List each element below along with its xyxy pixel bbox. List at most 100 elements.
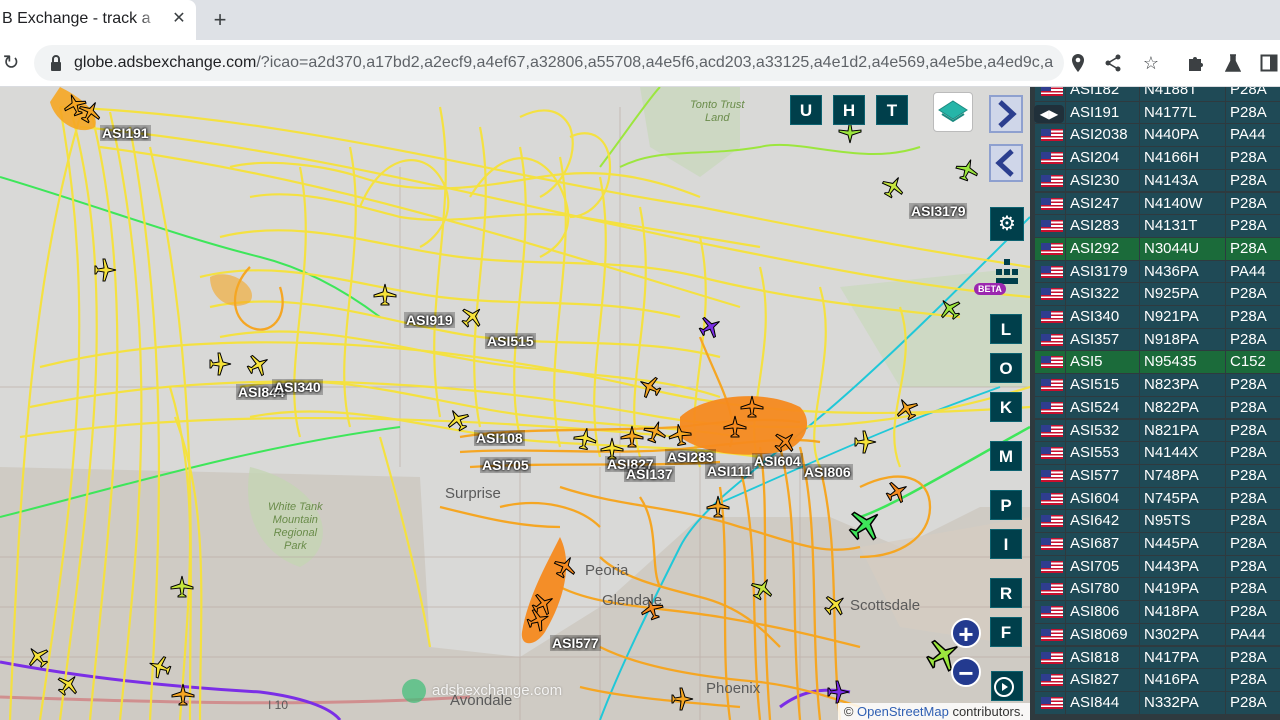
us-flag-icon bbox=[1041, 447, 1063, 460]
osm-link[interactable]: OpenStreetMap bbox=[857, 704, 949, 719]
table-row[interactable]: ASI827 N416PA P28A bbox=[1030, 669, 1280, 692]
aircraft-label[interactable]: ASI111 bbox=[705, 463, 755, 479]
toggle-m-button[interactable]: M bbox=[990, 441, 1022, 471]
toggle-r-button[interactable]: R bbox=[990, 578, 1022, 608]
flag-cell bbox=[1035, 169, 1065, 192]
star-icon[interactable]: ☆ bbox=[1138, 50, 1164, 76]
city-label-peoria: Peoria bbox=[585, 562, 629, 579]
table-row[interactable]: ASI283 N4131T P28A bbox=[1030, 215, 1280, 238]
new-tab-button[interactable]: + bbox=[206, 6, 234, 34]
table-row[interactable]: ASI687 N445PA P28A bbox=[1030, 533, 1280, 556]
aircraft-label[interactable]: ASI108 bbox=[474, 430, 525, 446]
table-row[interactable]: ASI515 N823PA P28A bbox=[1030, 374, 1280, 397]
zoom-in-icon[interactable]: + bbox=[951, 618, 981, 648]
toggle-t-button[interactable]: T bbox=[876, 95, 908, 125]
callsign-cell: ASI532 bbox=[1066, 419, 1139, 442]
gear-icon[interactable]: ⚙ bbox=[990, 207, 1024, 241]
registration-cell: N440PA bbox=[1140, 124, 1225, 147]
map-canvas[interactable] bbox=[0, 87, 1030, 720]
table-row[interactable]: ASI524 N822PA P28A bbox=[1030, 396, 1280, 420]
browser-tab[interactable]: B Exchange - track a ✕ bbox=[0, 0, 196, 40]
aircraft-label[interactable]: ASI604 bbox=[752, 453, 803, 469]
aircraft-label[interactable]: ASI806 bbox=[802, 464, 853, 480]
registration-cell: N821PA bbox=[1140, 419, 1225, 442]
callsign-cell: ASI247 bbox=[1066, 192, 1139, 215]
callsign-cell: ASI705 bbox=[1066, 555, 1139, 578]
table-row[interactable]: ASI604 N745PA P28A bbox=[1030, 487, 1280, 511]
aircraft-label[interactable]: ASI919 bbox=[404, 312, 455, 328]
flag-cell bbox=[1035, 192, 1065, 215]
table-row[interactable]: ASI818 N417PA P28A bbox=[1030, 646, 1280, 670]
replay-icon[interactable] bbox=[991, 671, 1023, 701]
table-row[interactable]: ASI532 N821PA P28A bbox=[1030, 419, 1280, 443]
us-flag-icon bbox=[1041, 492, 1063, 505]
toggle-i-button[interactable]: I bbox=[990, 529, 1022, 559]
panel-resize-handle[interactable]: ◀▶ bbox=[1034, 105, 1064, 123]
table-row[interactable]: ASI322 N925PA P28A bbox=[1030, 283, 1280, 306]
registration-cell: N419PA bbox=[1140, 578, 1225, 601]
table-row[interactable]: ASI3179 N436PA PA44 bbox=[1030, 260, 1280, 284]
table-row[interactable]: ASI357 N918PA P28A bbox=[1030, 328, 1280, 352]
aircraft-label[interactable]: ASI3179 bbox=[909, 203, 968, 219]
table-row[interactable]: ASI191 N4177L P28A bbox=[1030, 101, 1280, 125]
type-cell: P28A bbox=[1226, 87, 1280, 101]
table-row[interactable]: ASI292 N3044U P28A bbox=[1030, 237, 1280, 261]
aircraft-label[interactable]: ASI515 bbox=[485, 333, 536, 349]
layers-icon[interactable] bbox=[933, 92, 973, 132]
aircraft-label[interactable]: ASI137 bbox=[624, 466, 675, 482]
table-row[interactable]: ASI247 N4140W P28A bbox=[1030, 192, 1280, 216]
reload-icon[interactable]: ↻ bbox=[0, 50, 22, 76]
table-row[interactable]: ASI553 N4144X P28A bbox=[1030, 442, 1280, 465]
callsign-cell: ASI818 bbox=[1066, 646, 1139, 669]
url-text[interactable]: globe.adsbexchange.com/?icao=a2d370,a17b… bbox=[74, 53, 1054, 73]
registration-cell: N4188T bbox=[1140, 87, 1225, 101]
table-row[interactable]: ASI204 N4166H P28A bbox=[1030, 147, 1280, 170]
toggle-u-button[interactable]: U bbox=[790, 95, 822, 125]
toggle-p-button[interactable]: P bbox=[990, 490, 1022, 520]
table-row[interactable]: ASI8069 N302PA PA44 bbox=[1030, 623, 1280, 647]
toggle-h-button[interactable]: H bbox=[833, 95, 865, 125]
table-row[interactable]: ASI230 N4143A P28A bbox=[1030, 169, 1280, 193]
type-cell: PA44 bbox=[1226, 124, 1280, 147]
toggle-k-button[interactable]: K bbox=[990, 392, 1022, 422]
toggle-f-button[interactable]: F bbox=[990, 617, 1022, 647]
address-bar[interactable]: globe.adsbexchange.com/?icao=a2d370,a17b… bbox=[34, 45, 1064, 81]
flag-cell bbox=[1035, 578, 1065, 601]
table-row[interactable]: ASI780 N419PA P28A bbox=[1030, 578, 1280, 601]
location-pin-icon[interactable] bbox=[1065, 50, 1091, 76]
table-row[interactable]: ASI844 N332PA P28A bbox=[1030, 691, 1280, 715]
table-row[interactable]: ASI340 N921PA P28A bbox=[1030, 306, 1280, 329]
table-row[interactable]: ASI577 N748PA P28A bbox=[1030, 464, 1280, 488]
aircraft-table[interactable]: ASI182 N4188T P28A ASI191 N4177L P28A ASI2038 N… bbox=[1030, 87, 1280, 720]
chevron-right-icon[interactable] bbox=[989, 95, 1023, 133]
callsign-cell: ASI3179 bbox=[1066, 260, 1139, 283]
toggle-l-button[interactable]: L bbox=[990, 314, 1022, 344]
close-tab-icon[interactable]: ✕ bbox=[168, 8, 190, 30]
callsign-cell: ASI577 bbox=[1066, 464, 1139, 487]
us-flag-icon bbox=[1041, 424, 1063, 437]
table-row[interactable]: ASI642 N95TS P28A bbox=[1030, 510, 1280, 533]
flight-map[interactable]: Tonto Trust Land White Tank Mountain Region… bbox=[0, 87, 1030, 720]
flag-cell bbox=[1035, 646, 1065, 669]
table-row[interactable]: ASI182 N4188T P28A bbox=[1030, 87, 1280, 102]
aircraft-label[interactable]: ASI705 bbox=[480, 457, 531, 473]
lock-icon[interactable] bbox=[50, 54, 62, 72]
table-row[interactable]: ASI806 N418PA P28A bbox=[1030, 601, 1280, 624]
aircraft-label[interactable]: ASI191 bbox=[100, 125, 151, 141]
chevron-left-icon[interactable] bbox=[989, 144, 1023, 182]
sidepanel-icon[interactable] bbox=[1256, 50, 1280, 76]
share-icon[interactable] bbox=[1100, 50, 1126, 76]
table-row[interactable]: ASI2038 N440PA PA44 bbox=[1030, 124, 1280, 147]
zoom-out-icon[interactable]: − bbox=[951, 657, 981, 687]
labs-icon[interactable] bbox=[1220, 50, 1246, 76]
city-label-scottsdale: Scottsdale bbox=[850, 597, 921, 614]
table-row[interactable]: ASI705 N443PA P28A bbox=[1030, 555, 1280, 579]
table-row[interactable]: ASI5 N95435 C152 bbox=[1030, 351, 1280, 374]
us-flag-icon bbox=[1041, 87, 1063, 96]
aircraft-label[interactable]: ASI577 bbox=[550, 635, 601, 651]
us-flag-icon bbox=[1041, 220, 1063, 233]
extensions-icon[interactable] bbox=[1183, 50, 1209, 76]
us-flag-icon bbox=[1041, 651, 1063, 664]
aircraft-label[interactable]: ASI340 bbox=[272, 379, 323, 395]
toggle-o-button[interactable]: O bbox=[990, 353, 1022, 383]
